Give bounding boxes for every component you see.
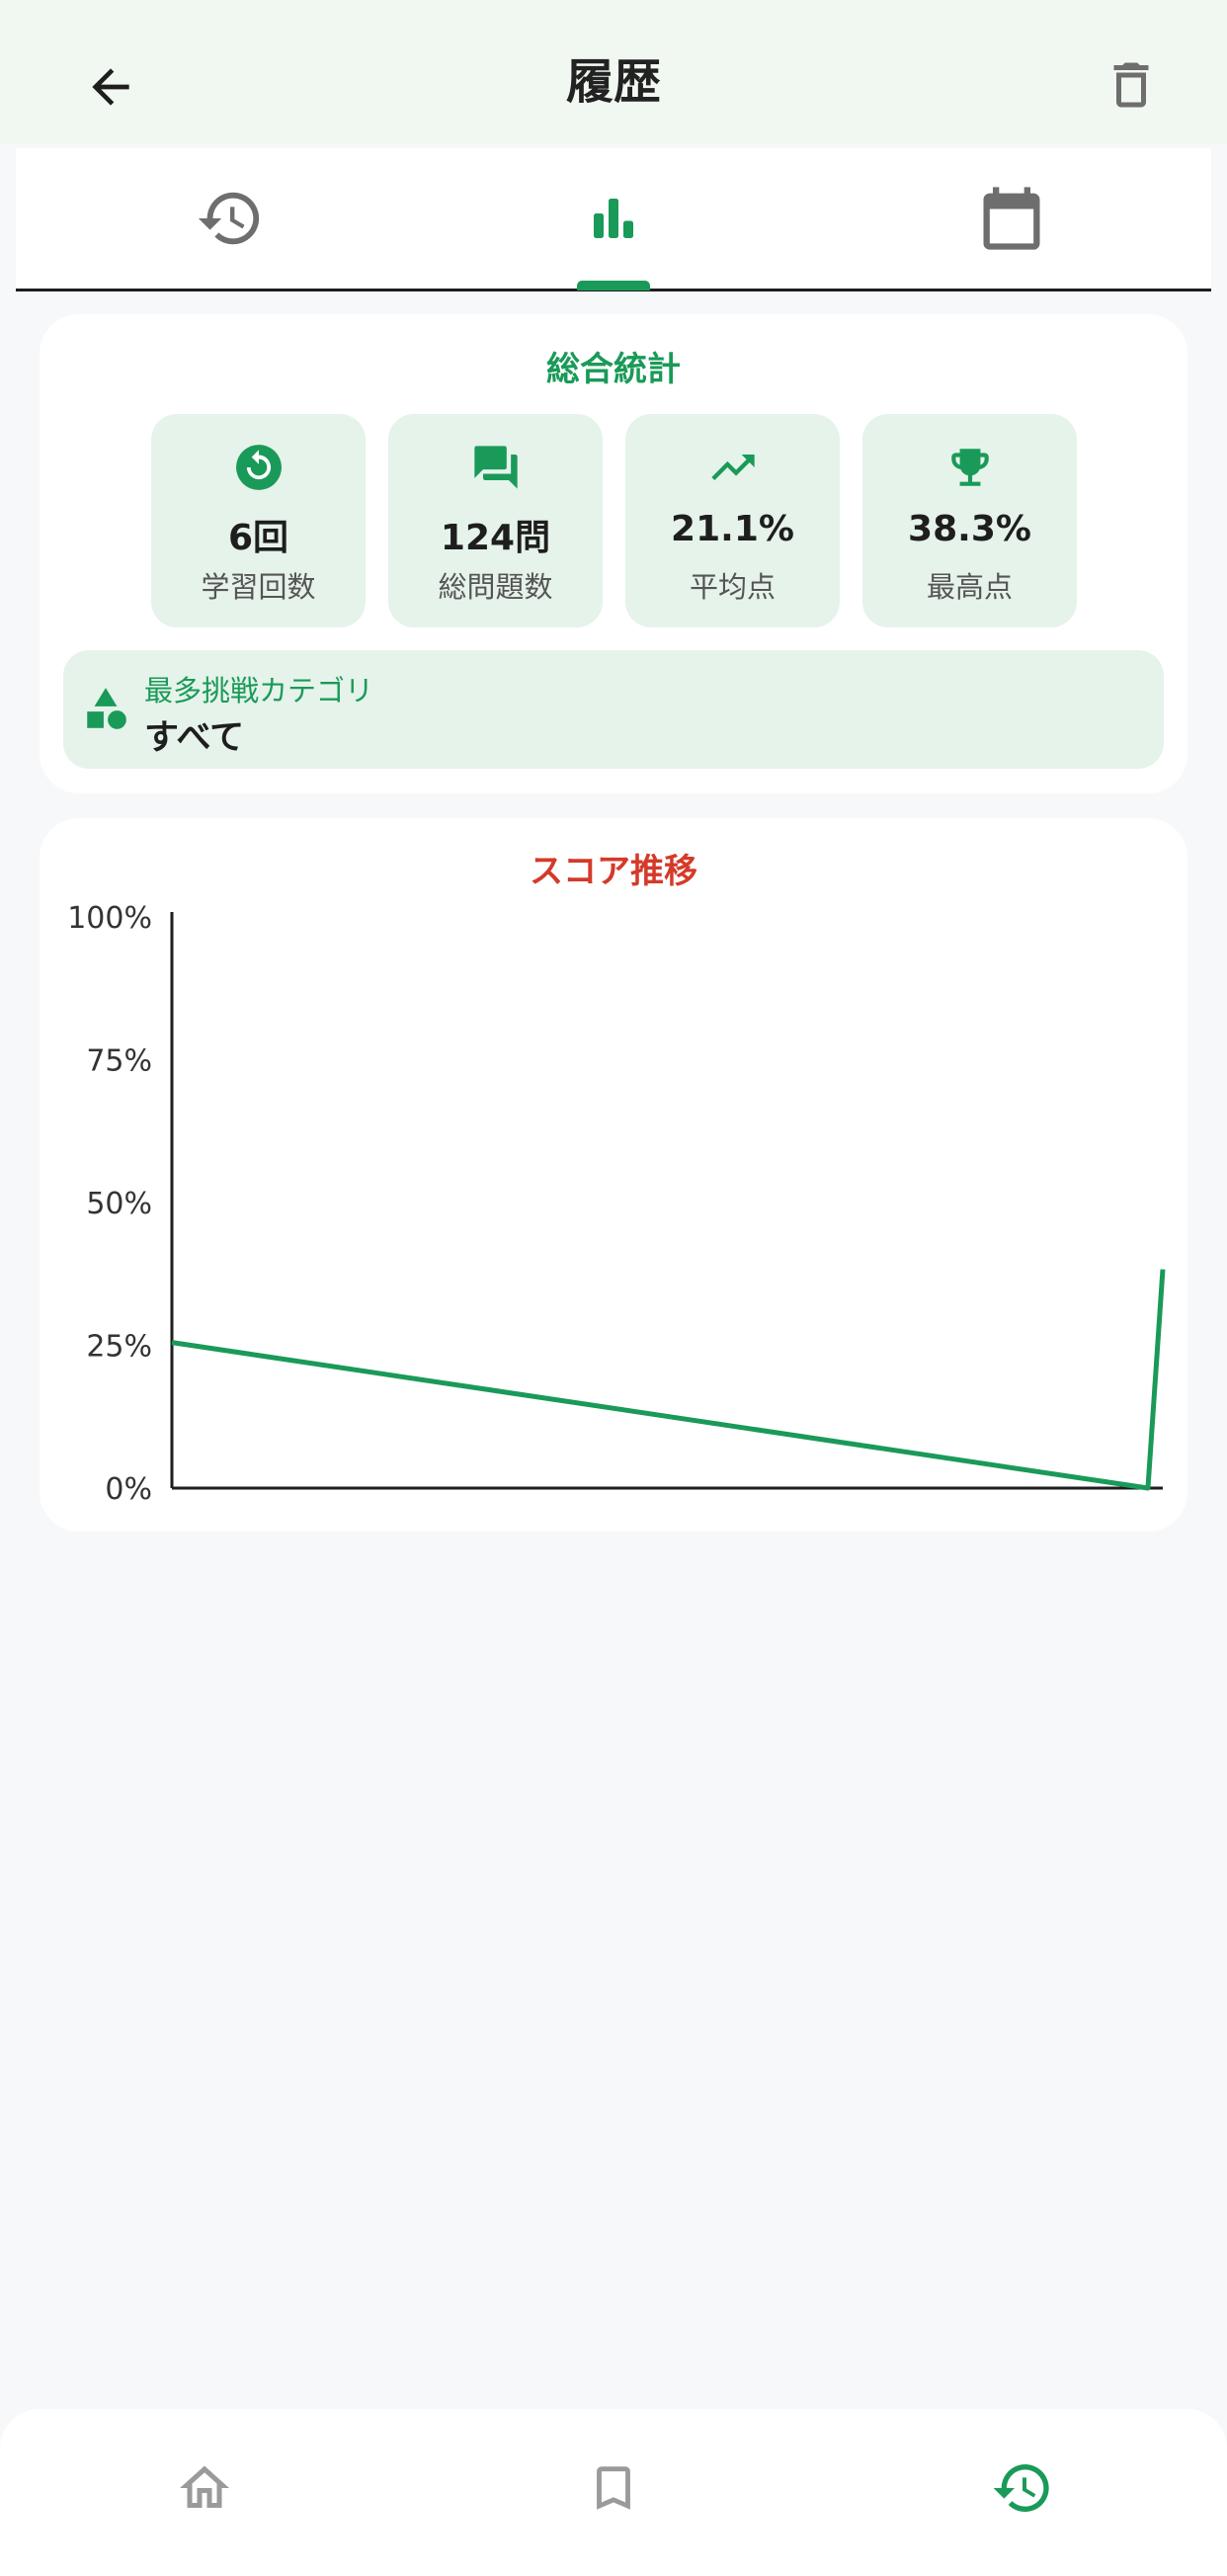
stat-value: 6回 bbox=[227, 518, 289, 558]
stat-label: 総問題数 bbox=[438, 570, 553, 604]
y-tick-label: 75% bbox=[86, 1044, 152, 1079]
top-category: 最多挑戦カテゴリ すべて bbox=[63, 650, 1164, 769]
stat-tile-average: 21.1% 平均点 bbox=[625, 414, 840, 627]
calendar-icon bbox=[983, 187, 1040, 250]
tab-statistics[interactable] bbox=[465, 148, 762, 289]
stats-title: 総合統計 bbox=[546, 350, 681, 389]
stat-label: 平均点 bbox=[689, 570, 776, 604]
restart-icon bbox=[235, 445, 282, 490]
trophy-icon bbox=[950, 449, 989, 486]
trending-icon bbox=[710, 455, 755, 480]
home-icon bbox=[180, 2465, 229, 2508]
stat-tile-questions: 124問 総問題数 bbox=[388, 414, 603, 627]
stat-tile-sessions: 6回 学習回数 bbox=[151, 414, 366, 627]
page-title: 履歴 bbox=[565, 54, 661, 110]
y-tick-label: 25% bbox=[86, 1330, 152, 1365]
tab-calendar[interactable] bbox=[863, 148, 1160, 289]
history-icon bbox=[993, 2464, 1049, 2512]
history-icon bbox=[198, 192, 260, 245]
category-shapes-icon bbox=[87, 688, 126, 729]
top-category-label: 最多挑戦カテゴリ bbox=[144, 674, 374, 707]
stat-tile-best: 38.3% 最高点 bbox=[862, 414, 1077, 627]
stat-value: 38.3% bbox=[908, 509, 1031, 549]
app-bar: 履歴 bbox=[0, 0, 1227, 144]
tab-history[interactable] bbox=[82, 148, 378, 289]
delete-button[interactable] bbox=[1092, 45, 1171, 125]
nav-home[interactable] bbox=[150, 2439, 259, 2537]
stat-label: 最高点 bbox=[926, 570, 1013, 604]
stat-value: 124問 bbox=[440, 518, 551, 558]
y-tick-label: 100% bbox=[67, 901, 152, 936]
tab-indicator bbox=[577, 281, 650, 291]
top-category-value: すべて bbox=[144, 718, 245, 758]
series-line bbox=[171, 1269, 1166, 1491]
y-tick-label: 50% bbox=[86, 1187, 152, 1221]
bookmark-icon bbox=[597, 2466, 630, 2510]
score-trend-chart: 0% 25% 50% 75% 100% bbox=[67, 901, 1166, 1507]
score-trend-card: スコア推移 0% 25% 50% 75% 100% bbox=[40, 818, 1187, 1532]
bar-chart-icon bbox=[594, 199, 633, 238]
stat-value: 21.1% bbox=[671, 509, 794, 549]
chat-icon bbox=[473, 446, 518, 489]
y-tick-label: 0% bbox=[105, 1472, 152, 1507]
nav-bookmarks[interactable] bbox=[559, 2439, 668, 2537]
nav-history[interactable] bbox=[968, 2439, 1077, 2537]
stats-card: 総合統計 6回 学習回数 124問 総問題数 21.1% 平均点 38.3% 最… bbox=[40, 314, 1187, 793]
trash-icon bbox=[1113, 62, 1149, 108]
bottom-navigation bbox=[0, 2409, 1227, 2576]
stat-label: 学習回数 bbox=[201, 570, 316, 604]
tab-bar bbox=[16, 148, 1211, 291]
